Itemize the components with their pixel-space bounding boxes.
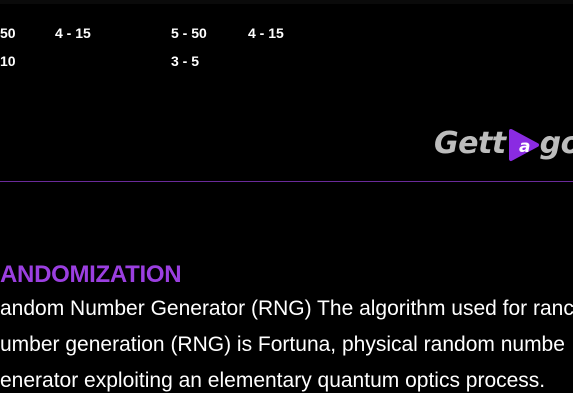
table-cell: 50 bbox=[0, 25, 16, 41]
section-title: ANDOMIZATION bbox=[0, 261, 182, 288]
table-cell: 10 bbox=[0, 53, 16, 69]
play-icon: a bbox=[507, 128, 539, 162]
logo-text-right-tail: o bbox=[561, 122, 573, 166]
table-cell: 4 - 15 bbox=[248, 25, 284, 41]
logo-text-left: Gett bbox=[434, 126, 506, 161]
table-cell: 4 - 15 bbox=[55, 25, 91, 41]
logo-text-right: g bbox=[539, 126, 561, 161]
section-divider bbox=[0, 181, 573, 182]
brand-logo: Gett a go bbox=[434, 122, 573, 166]
body-text-line: andom Number Generator (RNG) The algorit… bbox=[0, 297, 573, 320]
table-cell: 5 - 50 bbox=[171, 25, 207, 41]
top-edge bbox=[0, 0, 573, 4]
svg-text:a: a bbox=[519, 137, 530, 157]
body-text-line: umber generation (RNG) is Fortuna, physi… bbox=[0, 333, 565, 356]
body-text-line: enerator exploiting an elementary quantu… bbox=[0, 369, 546, 392]
table-cell: 3 - 5 bbox=[171, 53, 200, 69]
